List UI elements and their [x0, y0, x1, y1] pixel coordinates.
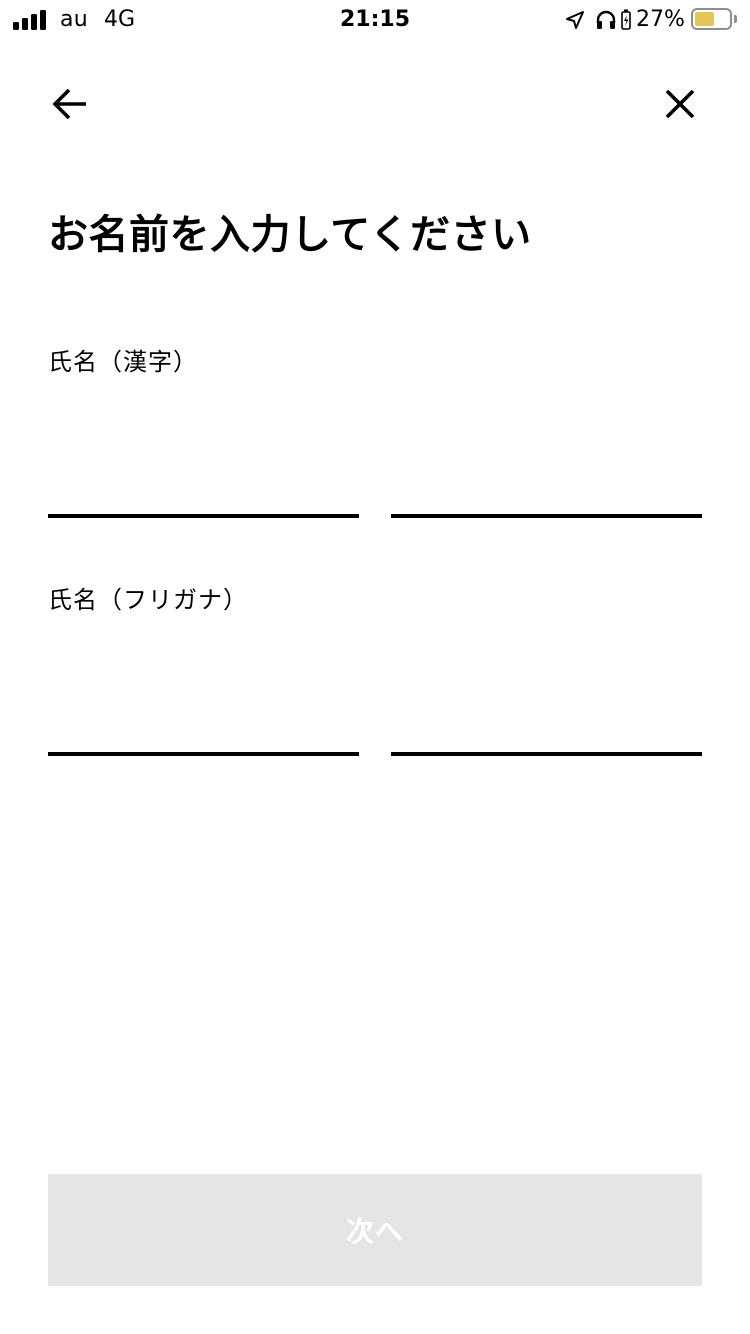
charging-icon — [621, 9, 631, 30]
kanji-name-label: 氏名（漢字） — [48, 348, 198, 376]
close-button[interactable] — [658, 82, 702, 126]
battery-percentage: 27% — [636, 7, 685, 32]
next-button[interactable]: 次へ — [48, 1174, 702, 1286]
battery-nub — [734, 15, 737, 23]
arrow-left-icon — [52, 88, 86, 120]
battery-level-fill — [695, 12, 714, 26]
battery-icon — [691, 8, 732, 30]
kanji-last-name-input[interactable] — [48, 464, 359, 518]
kanji-first-name-input[interactable] — [391, 464, 702, 518]
status-bar: au 4G 21:15 27% — [0, 0, 750, 40]
furigana-first-name-input[interactable] — [391, 702, 702, 756]
back-button[interactable] — [48, 82, 92, 126]
furigana-name-label: 氏名（フリガナ） — [48, 586, 248, 614]
furigana-last-name-input[interactable] — [48, 702, 359, 756]
close-icon — [665, 89, 695, 119]
headphones-icon — [596, 10, 616, 29]
status-right-group: 27% — [550, 0, 750, 40]
location-arrow-icon — [566, 11, 584, 29]
page-title: お名前を入力してください — [48, 212, 532, 258]
